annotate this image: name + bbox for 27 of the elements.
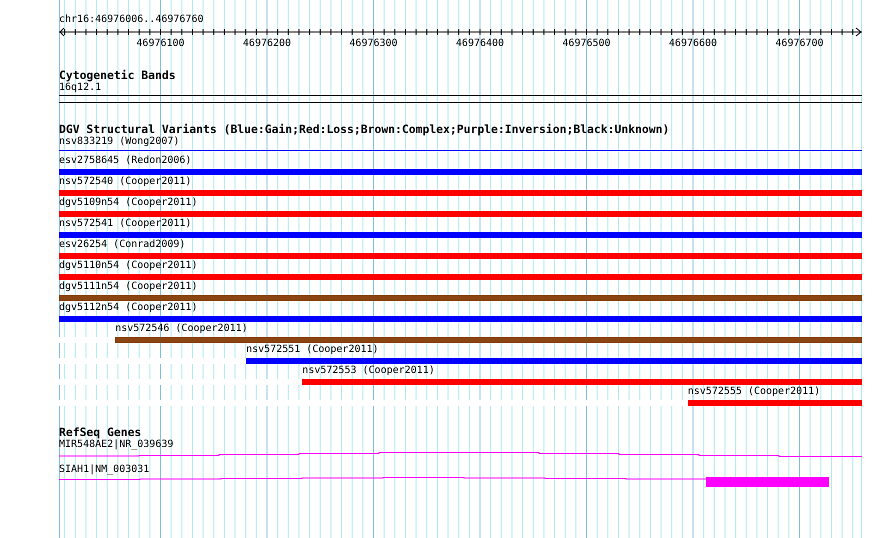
variant-label: nsv572551 (Cooper2011) xyxy=(246,344,379,356)
tick-label: 46976200 xyxy=(242,38,292,50)
variant-label: nsv833219 (Wong2007) xyxy=(59,136,180,148)
variant-label: nsv572553 (Cooper2011) xyxy=(302,365,435,377)
variant-label: nsv572555 (Cooper2011) xyxy=(688,386,820,398)
track-title: Cytogenetic Bands xyxy=(59,69,176,82)
variant-label: nsv572546 (Cooper2011) xyxy=(115,323,248,335)
tick-label: 46976500 xyxy=(562,38,611,50)
tick-label: 46976100 xyxy=(136,38,185,50)
track-title: RefSeq Genes xyxy=(59,426,142,439)
variant-label: dgv5112n54 (Cooper2011) xyxy=(59,302,198,314)
variant-label: nsv572541 (Cooper2011) xyxy=(59,218,192,230)
track-title: DGV Structural Variants (Blue:Gain;Red:Loss;Brown:Complex;Purple:Inversion;Black:Unknown) xyxy=(59,123,670,136)
variant-label: dgv5109n54 (Cooper2011) xyxy=(59,197,198,209)
variant-label: nsv572540 (Cooper2011) xyxy=(59,176,192,188)
tick-label: 46976400 xyxy=(456,38,504,50)
variant-label: dgv5110n54 (Cooper2011) xyxy=(59,260,198,272)
gene-label: SIAH1|NM_003031 xyxy=(59,464,150,476)
gene-label: MIR548AE2|NR_039639 xyxy=(59,439,174,451)
variant-label: esv2758645 (Redon2006) xyxy=(59,155,192,167)
tick-label: 46976600 xyxy=(668,38,718,50)
band-label: 16q12.1 xyxy=(59,82,102,94)
tick-label: 46976300 xyxy=(349,38,398,50)
variant-label: esv26254 (Conrad2009) xyxy=(59,239,186,251)
variant-label: dgv5111n54 (Cooper2011) xyxy=(59,281,198,293)
tick-label: 46976700 xyxy=(775,38,824,50)
region-label: chr16:46976006..46976760 xyxy=(59,14,204,26)
